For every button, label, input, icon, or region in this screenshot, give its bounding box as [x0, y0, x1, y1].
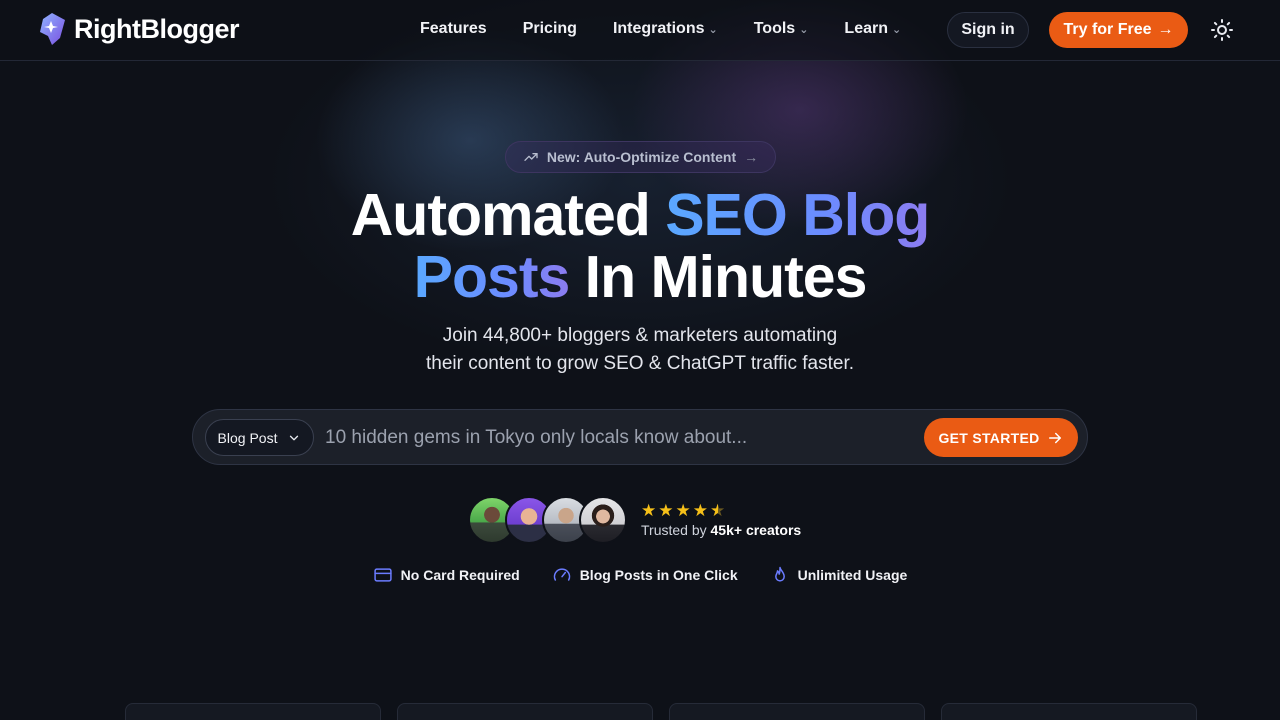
announcement-text: New: Auto-Optimize Content — [546, 149, 737, 165]
brand-logo[interactable]: RightBlogger — [38, 12, 239, 46]
headline-part1: Automated — [350, 182, 666, 248]
arrow-right-icon: → — [1157, 21, 1174, 38]
trusted-count: 45k+ creators — [710, 522, 802, 538]
nav-pricing[interactable]: Pricing — [523, 20, 577, 38]
get-started-label: GET STARTED — [938, 429, 1040, 446]
topic-generator-bar: Blog Post GET STARTED — [192, 409, 1088, 465]
nav-tools-label: Tools — [753, 20, 796, 37]
gauge-icon — [553, 568, 570, 581]
headline-highlight1: SEO Blog — [665, 182, 930, 248]
nav-integrations[interactable]: Integrations ⌄ — [613, 20, 718, 38]
page-title: Automated SEO Blog Posts In Minutes — [0, 184, 1280, 308]
rating-stars: ★ ★ ★ ★ ★ — [641, 501, 725, 521]
feature-item: Unlimited Usage — [770, 565, 908, 585]
top-navbar: RightBlogger Features Pricing Integratio… — [0, 0, 1280, 61]
content-type-select[interactable]: Blog Post — [205, 419, 314, 456]
try-for-free-button[interactable]: Try for Free → — [1049, 12, 1188, 48]
get-started-button[interactable]: GET STARTED — [924, 418, 1078, 457]
trusted-prefix: Trusted by — [641, 522, 711, 538]
chevron-down-icon: ⌄ — [892, 23, 902, 36]
feature-label: Unlimited Usage — [797, 567, 908, 583]
hero-subheading: Join 44,800+ bloggers & marketers automa… — [0, 322, 1280, 378]
main-nav: Features Pricing Integrations ⌄ Tools ⌄ … — [420, 20, 901, 38]
subhead-line1: Join 44,800+ bloggers & marketers automa… — [442, 325, 838, 346]
headline-part2: In Minutes — [569, 244, 868, 310]
logo-icon — [40, 13, 65, 45]
feature-item: No Card Required — [373, 565, 520, 585]
arrow-right-icon — [1048, 432, 1061, 443]
headline-highlight2: Posts — [413, 244, 571, 310]
try-for-free-label: Try for Free — [1063, 21, 1152, 38]
nav-tools[interactable]: Tools ⌄ — [754, 20, 809, 38]
feature-list: No Card Required Blog Posts in One Click… — [0, 565, 1280, 585]
star-icon: ★ — [658, 501, 674, 520]
chevron-down-icon: ⌄ — [708, 23, 718, 36]
announcement-badge[interactable]: New: Auto-Optimize Content → — [505, 141, 776, 173]
preview-card — [397, 703, 653, 720]
topic-input[interactable] — [325, 422, 915, 454]
trending-up-icon — [524, 153, 538, 161]
star-icon: ★ — [641, 501, 657, 520]
preview-card — [125, 703, 381, 720]
flame-icon — [774, 566, 785, 582]
nav-learn[interactable]: Learn ⌄ — [844, 20, 901, 38]
preview-card — [941, 703, 1197, 720]
nav-learn-label: Learn — [844, 20, 888, 37]
sign-in-button[interactable]: Sign in — [947, 12, 1029, 48]
preview-card — [669, 703, 925, 720]
brand-name: RightBlogger — [74, 13, 239, 44]
nav-features[interactable]: Features — [420, 20, 487, 38]
star-half-icon: ★ — [710, 501, 726, 520]
feature-item: Blog Posts in One Click — [552, 565, 738, 585]
trusted-by-text: Trusted by 45k+ creators — [641, 522, 801, 538]
arrow-right-icon: → — [744, 149, 759, 165]
credit-card-icon — [374, 568, 392, 582]
chevron-down-icon: ⌄ — [799, 23, 809, 36]
nav-integrations-label: Integrations — [612, 20, 705, 37]
creator-avatars — [468, 496, 628, 546]
feature-label: Blog Posts in One Click — [579, 567, 738, 583]
star-icon: ★ — [692, 501, 708, 520]
content-type-value: Blog Post — [217, 429, 278, 446]
chevron-down-icon — [290, 435, 299, 440]
nav-features-label: Features — [420, 20, 487, 37]
feature-label: No Card Required — [400, 567, 520, 583]
nav-pricing-label: Pricing — [522, 20, 577, 37]
sun-icon[interactable] — [1210, 18, 1234, 42]
star-icon: ★ — [675, 501, 691, 520]
subhead-line2: their content to grow SEO & ChatGPT traf… — [425, 353, 855, 374]
avatar — [579, 496, 627, 544]
